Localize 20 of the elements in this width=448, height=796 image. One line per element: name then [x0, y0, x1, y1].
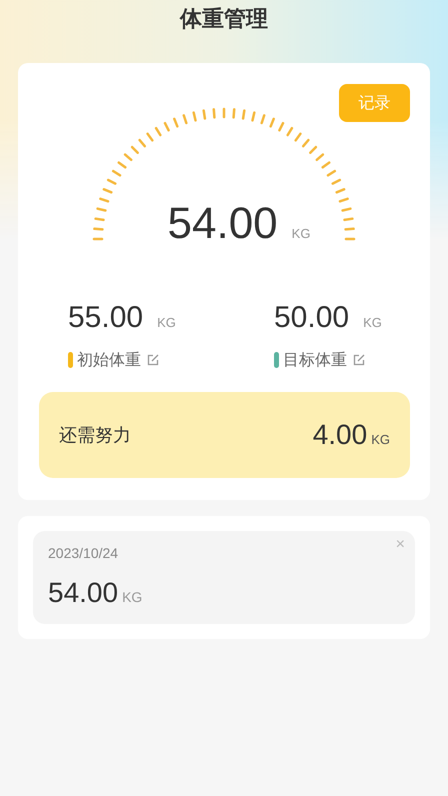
current-weight: 54.00 [168, 198, 278, 250]
weight-value: 55.00 [68, 300, 144, 336]
unit-label: KG [371, 431, 390, 449]
record-button[interactable]: 记录 [339, 84, 410, 122]
unit-label: KG [292, 225, 310, 243]
unit-label: KG [157, 314, 176, 332]
entry-date: 2023/10/24 [48, 544, 120, 563]
entry-weight: 54.00 [48, 576, 118, 610]
close-button[interactable]: × [396, 537, 405, 553]
weight-label: 目标体重 [283, 349, 347, 371]
history-entry[interactable]: 2023/10/24 54.00 KG × [33, 531, 415, 624]
remaining-weight: 4.00 [312, 418, 368, 452]
weight-value: 50.00 [274, 300, 350, 336]
page-title: 体重管理 [180, 6, 268, 34]
edit-icon[interactable] [147, 354, 159, 366]
edit-icon[interactable] [353, 354, 365, 366]
remaining-label: 还需努力 [59, 424, 131, 448]
unit-label: KG [363, 314, 382, 332]
weight-label: 初始体重 [77, 349, 141, 371]
unit-label: KG [122, 588, 142, 607]
